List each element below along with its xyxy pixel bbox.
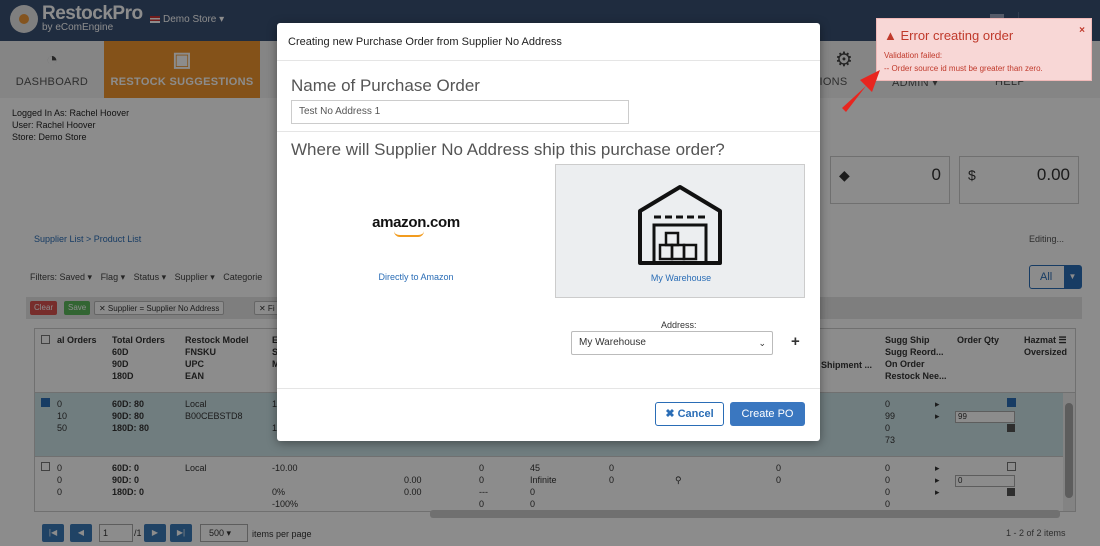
red-arrow-annotation — [842, 70, 880, 112]
create-po-button[interactable]: Create PO — [730, 402, 805, 426]
po-name-heading: Name of Purchase Order — [291, 76, 480, 95]
modal-title: Creating new Purchase Order from Supplie… — [288, 36, 562, 48]
toast-title: ▲ Error creating order — [884, 28, 1013, 43]
error-toast: ▲ Error creating order × Validation fail… — [876, 18, 1092, 81]
divider — [277, 388, 820, 389]
address-select-value: My Warehouse — [579, 337, 646, 348]
toast-message-line2: -- Order source id must be greater than … — [884, 64, 1043, 73]
warning-icon: ▲ — [884, 28, 897, 43]
address-label: Address: — [661, 320, 697, 330]
ship-heading: Where will Supplier No Address ship this… — [291, 140, 725, 159]
destination-amazon[interactable]: amazon.com Directly to Amazon — [291, 164, 541, 298]
warehouse-label[interactable]: My Warehouse — [556, 273, 806, 283]
amazon-label[interactable]: Directly to Amazon — [291, 272, 541, 282]
chevron-down-icon: ⌄ — [758, 338, 766, 348]
toast-message-line1: Validation failed: — [884, 51, 943, 60]
destination-warehouse[interactable]: My Warehouse — [555, 164, 805, 298]
amazon-logo: amazon.com — [372, 214, 460, 231]
po-name-input[interactable]: Test No Address 1 — [291, 100, 629, 124]
divider — [277, 131, 820, 132]
amazon-smile-icon — [394, 231, 424, 237]
cancel-button[interactable]: ✖ Cancel — [655, 402, 724, 426]
toast-title-text: Error creating order — [900, 28, 1014, 43]
create-po-modal: Creating new Purchase Order from Supplie… — [277, 23, 820, 441]
warehouse-icon — [638, 185, 722, 265]
close-icon[interactable]: × — [1079, 25, 1085, 36]
address-select[interactable]: My Warehouse ⌄ — [571, 331, 773, 355]
add-address-icon[interactable]: + — [791, 333, 800, 350]
modal-header: Creating new Purchase Order from Supplie… — [277, 23, 820, 61]
